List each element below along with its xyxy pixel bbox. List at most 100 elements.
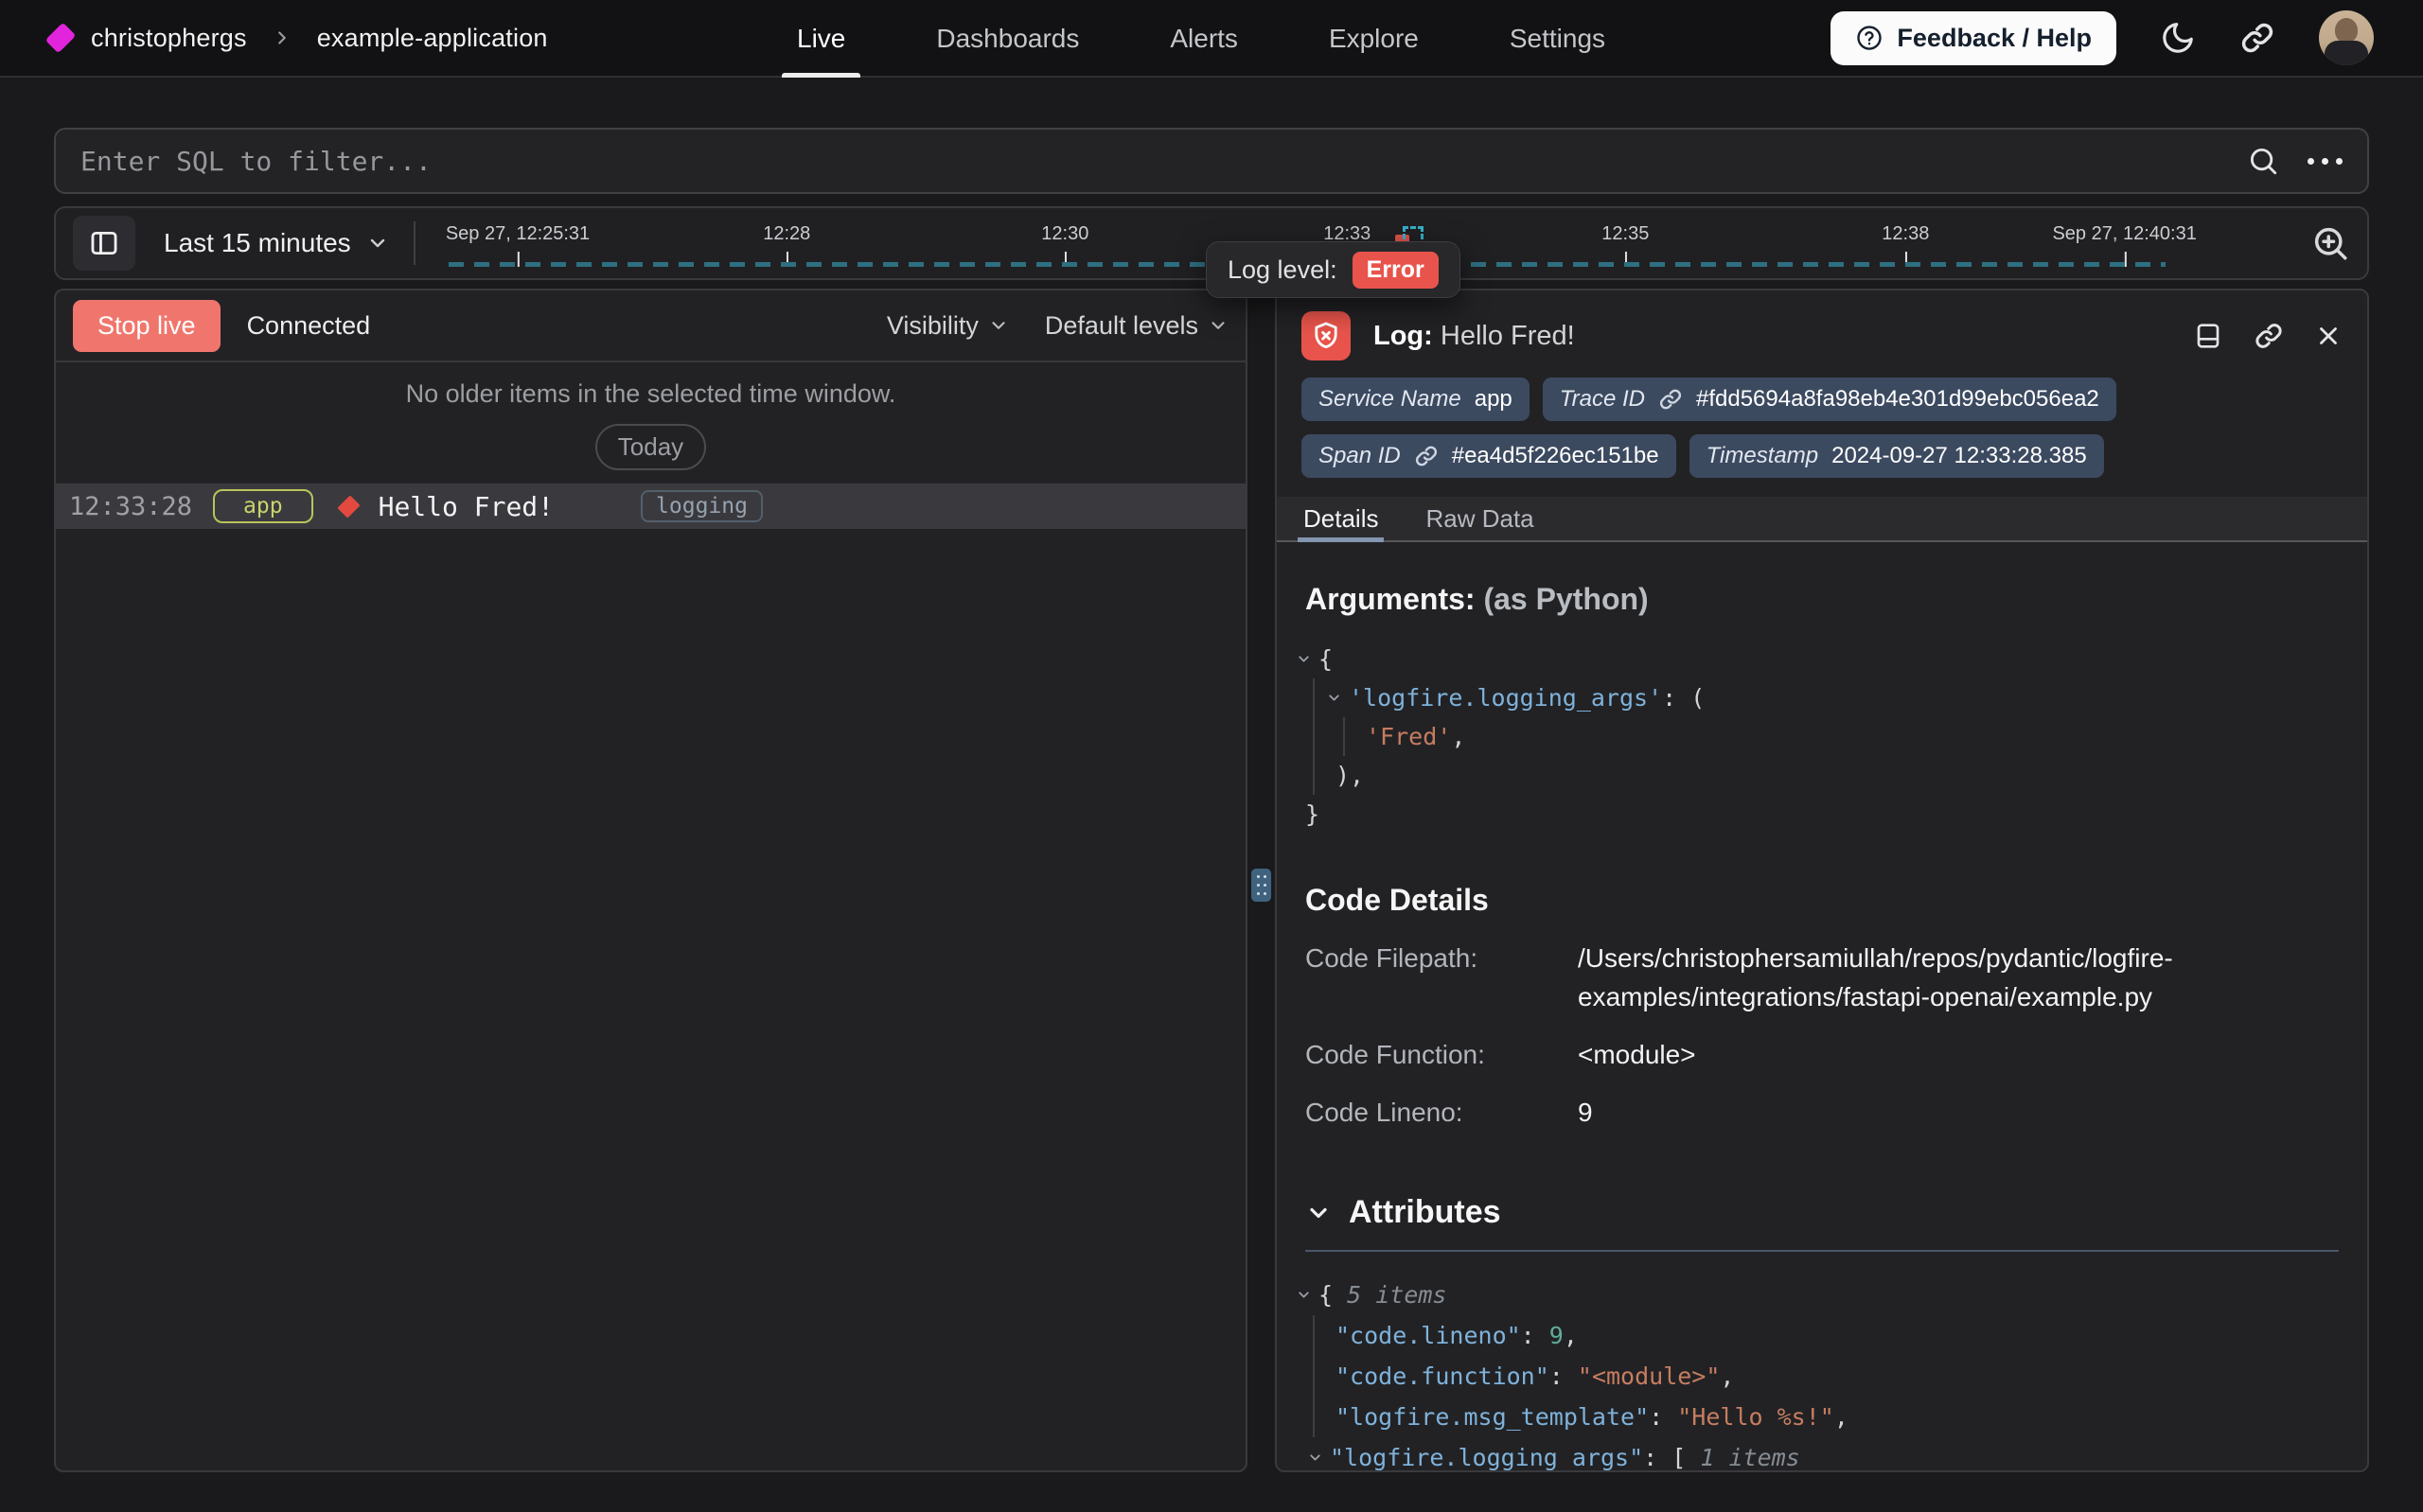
span-id-badge[interactable]: Span ID #ea4d5f226ec151be bbox=[1301, 434, 1676, 478]
sql-filter-input[interactable] bbox=[80, 146, 2247, 177]
link-icon bbox=[2254, 321, 2284, 351]
error-shield-icon bbox=[1301, 311, 1351, 360]
log-message: Hello Fred! bbox=[379, 491, 554, 522]
detail-actions bbox=[2193, 321, 2343, 351]
detail-content: Arguments: (as Python) { 'logfire.loggin… bbox=[1277, 542, 2367, 1470]
search-button[interactable] bbox=[2247, 145, 2279, 177]
detail-title: Log: Hello Fred! bbox=[1373, 321, 1575, 352]
feedback-help-button[interactable]: Feedback / Help bbox=[1831, 11, 2116, 65]
live-panel-body: No older items in the selected time wind… bbox=[56, 362, 1246, 1470]
nav-tab-dashboards[interactable]: Dashboards bbox=[936, 0, 1079, 78]
search-icon bbox=[2247, 145, 2279, 177]
feedback-help-label: Feedback / Help bbox=[1897, 24, 2092, 53]
zoom-in-icon bbox=[2310, 223, 2350, 263]
log-timestamp: 12:33:28 bbox=[69, 492, 192, 521]
error-level-badge: Error bbox=[1353, 252, 1439, 289]
drag-handle-dots-icon bbox=[1257, 884, 1260, 887]
timeline-tick: 12:30 bbox=[1041, 223, 1088, 245]
code-details-heading: Code Details bbox=[1305, 883, 2339, 918]
breadcrumb-project[interactable]: example-application bbox=[317, 24, 548, 53]
connection-status: Connected bbox=[247, 311, 371, 341]
panel-resize-handle[interactable] bbox=[1251, 869, 1271, 902]
detail-title-kind: Log: bbox=[1373, 321, 1433, 351]
sidebar-toggle-button[interactable] bbox=[73, 216, 135, 271]
moon-icon bbox=[2160, 20, 2196, 56]
chevron-down-icon bbox=[366, 232, 389, 255]
divider bbox=[414, 221, 416, 265]
panel-bottom-icon bbox=[2193, 321, 2223, 351]
service-name-badge: Service Name app bbox=[1301, 378, 1530, 421]
timeline-tick: 12:38 bbox=[1882, 223, 1929, 245]
time-range-select[interactable]: Last 15 minutes bbox=[164, 228, 389, 258]
nav-right: Feedback / Help bbox=[1831, 10, 2374, 65]
zoom-in-button[interactable] bbox=[2310, 223, 2350, 263]
error-level-diamond-icon bbox=[337, 495, 360, 518]
theme-toggle-button[interactable] bbox=[2160, 20, 2196, 56]
trace-id-badge[interactable]: Trace ID #fdd5694a8fa98eb4e301d99ebc056e… bbox=[1543, 378, 2116, 421]
code-filepath-value: /Users/christophersamiullah/repos/pydant… bbox=[1578, 939, 2339, 1016]
primary-nav: Live Dashboards Alerts Explore Settings bbox=[797, 0, 1605, 78]
breadcrumb: christophergs example-application bbox=[49, 24, 548, 53]
code-filepath-label: Code Filepath: bbox=[1305, 939, 1568, 1016]
nav-tab-settings[interactable]: Settings bbox=[1510, 0, 1605, 78]
log-level-tooltip: Log level: Error bbox=[1206, 241, 1460, 298]
visibility-dropdown[interactable]: Visibility bbox=[887, 311, 1009, 341]
nav-tab-live[interactable]: Live bbox=[797, 0, 845, 78]
code-lineno-value: 9 bbox=[1578, 1093, 2339, 1132]
collapse-chevron-icon[interactable] bbox=[1296, 1287, 1318, 1303]
attributes-heading[interactable]: Attributes bbox=[1305, 1194, 2339, 1231]
chevron-right-icon bbox=[272, 27, 292, 48]
timeline-tick: 12:28 bbox=[763, 223, 810, 245]
timeline-tick: Sep 27, 12:40:31 bbox=[2052, 223, 2196, 245]
timeline-tick: Sep 27, 12:25:31 bbox=[446, 223, 590, 245]
tab-details[interactable]: Details bbox=[1303, 497, 1378, 540]
question-circle-icon bbox=[1855, 24, 1884, 52]
collapse-chevron-icon[interactable] bbox=[1296, 651, 1318, 667]
detail-header: Log: Hello Fred! bbox=[1277, 290, 2367, 372]
nav-tab-alerts[interactable]: Alerts bbox=[1170, 0, 1238, 78]
timestamp-badge: Timestamp 2024-09-27 12:33:28.385 bbox=[1689, 434, 2104, 478]
app-screen: christophergs example-application Live D… bbox=[0, 0, 2423, 1512]
chevron-down-icon bbox=[988, 315, 1009, 336]
collapse-chevron-icon[interactable] bbox=[1307, 1450, 1330, 1466]
detail-badges: Service Name app Trace ID #fdd5694a8fa98… bbox=[1277, 372, 2367, 478]
top-nav: christophergs example-application Live D… bbox=[0, 0, 2423, 78]
sql-filter-actions bbox=[2247, 145, 2343, 177]
detail-title-message: Hello Fred! bbox=[1441, 321, 1575, 351]
breadcrumb-org[interactable]: christophergs bbox=[91, 24, 247, 53]
chevron-down-icon bbox=[1305, 1200, 1332, 1226]
copy-link-button[interactable] bbox=[2254, 321, 2284, 351]
close-icon bbox=[2314, 322, 2343, 350]
time-range-label: Last 15 minutes bbox=[164, 228, 351, 258]
attributes-divider bbox=[1305, 1250, 2339, 1252]
service-tag: app bbox=[213, 489, 313, 523]
tooltip-label: Log level: bbox=[1228, 255, 1337, 285]
arguments-subheading: (as Python) bbox=[1483, 582, 1648, 616]
logfire-logo-icon[interactable] bbox=[45, 23, 77, 54]
link-icon bbox=[1658, 387, 1683, 412]
live-panel-header: Stop live Connected Visibility Default l… bbox=[56, 290, 1246, 362]
code-function-value: <module> bbox=[1578, 1035, 2339, 1074]
empty-window-message: No older items in the selected time wind… bbox=[406, 379, 896, 409]
dock-panel-button[interactable] bbox=[2193, 321, 2223, 351]
collapse-chevron-icon[interactable] bbox=[1326, 690, 1349, 706]
link-icon bbox=[2239, 20, 2275, 56]
user-avatar[interactable] bbox=[2319, 10, 2374, 65]
stop-live-button[interactable]: Stop live bbox=[73, 300, 221, 352]
tab-raw-data[interactable]: Raw Data bbox=[1425, 497, 1533, 540]
chevron-down-icon bbox=[1208, 315, 1229, 336]
default-levels-dropdown[interactable]: Default levels bbox=[1045, 311, 1229, 341]
today-button[interactable]: Today bbox=[595, 424, 706, 470]
ellipsis-icon bbox=[2308, 158, 2343, 165]
arguments-heading: Arguments: (as Python) bbox=[1305, 582, 2339, 617]
log-row[interactable]: 12:33:28 app Hello Fred! logging bbox=[56, 483, 1246, 529]
close-panel-button[interactable] bbox=[2314, 322, 2343, 350]
more-options-button[interactable] bbox=[2308, 158, 2343, 165]
nav-tab-explore[interactable]: Explore bbox=[1329, 0, 1419, 78]
sql-filter-bar bbox=[54, 128, 2369, 194]
code-lineno-label: Code Lineno: bbox=[1305, 1093, 1568, 1132]
log-detail-panel: Log: Hello Fred! bbox=[1275, 289, 2369, 1472]
share-link-button[interactable] bbox=[2239, 20, 2275, 56]
timeline-tick: 12:35 bbox=[1601, 223, 1649, 245]
code-function-label: Code Function: bbox=[1305, 1035, 1568, 1074]
